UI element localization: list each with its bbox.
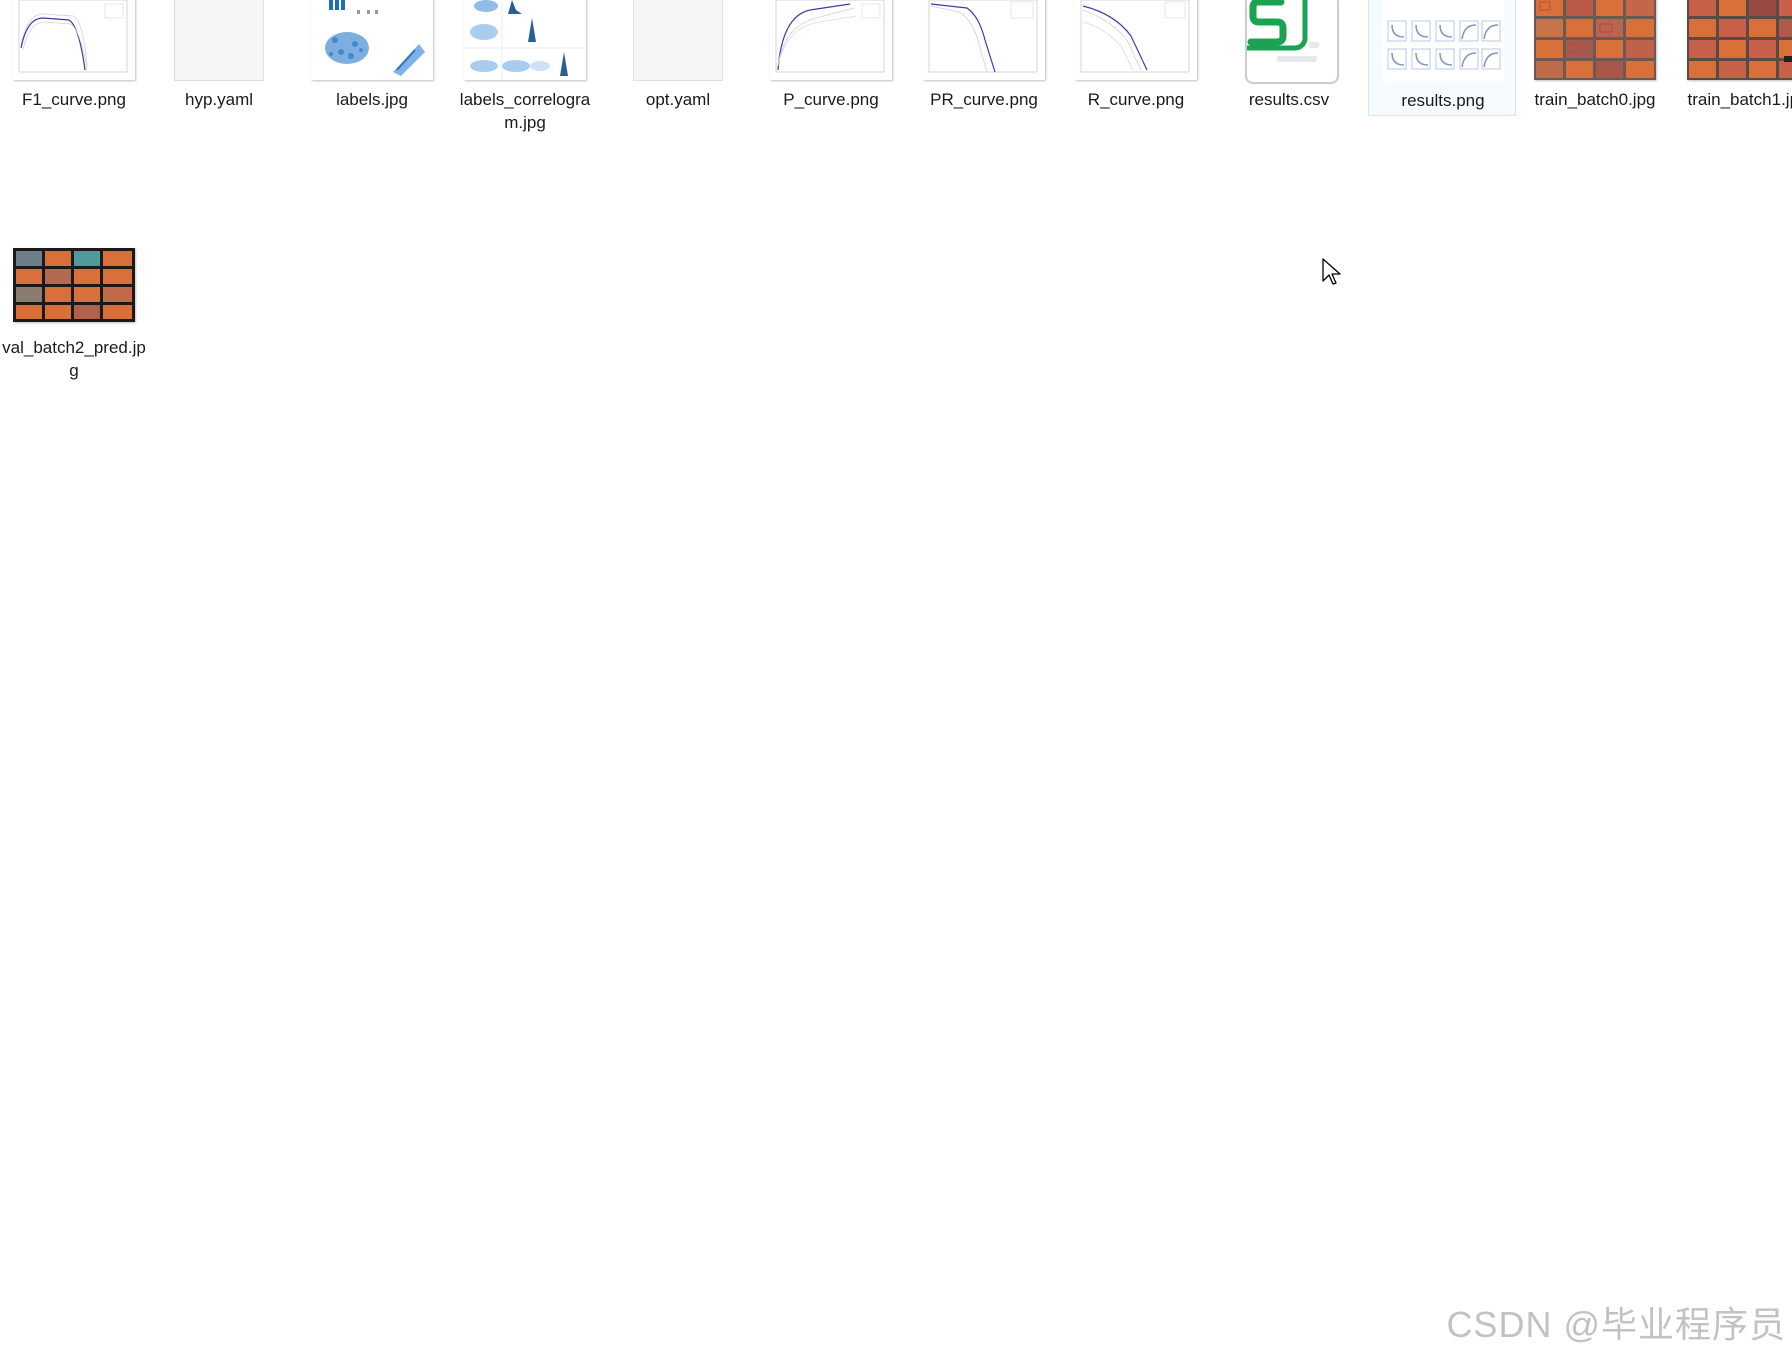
- file-name-label: F1_curve.png: [22, 90, 126, 109]
- file-name-label: opt.yaml: [645, 90, 711, 109]
- blank-document-icon: [175, 0, 263, 80]
- file-name-label: results.csv: [1248, 90, 1330, 109]
- mouse-pointer-icon: [1321, 257, 1343, 292]
- file-item-f1-curve[interactable]: F1_curve.png: [0, 0, 148, 116]
- file-item-train-batch1[interactable]: train_batch1.jpg: [1674, 0, 1792, 116]
- file-item-val-batch2-pred[interactable]: val_batch2_pred.jpg: [0, 244, 148, 380]
- photo-grid-dark-thumbnail-icon: [13, 248, 135, 322]
- photo-grid-thumbnail-icon: [1687, 0, 1792, 80]
- file-item-p-curve[interactable]: P_curve.png: [757, 0, 905, 116]
- file-name-label: PR_curve.png: [930, 90, 1038, 109]
- chart-thumbnail-icon: [13, 0, 135, 80]
- file-explorer-content-area: F1_curve.png hyp.yaml labels.jpg labels_…: [0, 0, 1792, 1356]
- file-name-label: P_curve.png: [783, 90, 879, 109]
- file-name-label: results.png: [1401, 91, 1485, 110]
- blank-document-icon: [634, 0, 722, 80]
- multi-chart-thumbnail-icon: [1382, 0, 1504, 81]
- file-name-label: R_curve.png: [1087, 90, 1185, 109]
- file-item-results-png[interactable]: results.png: [1368, 0, 1516, 116]
- scrollbar-fragment[interactable]: [1784, 56, 1792, 62]
- file-name-label: val_batch2_pred.jpg: [2, 338, 146, 380]
- file-item-hyp-yaml[interactable]: hyp.yaml: [145, 0, 293, 116]
- file-item-labels-correlogram[interactable]: labels_correlogram.jpg: [451, 0, 599, 132]
- file-item-pr-curve[interactable]: PR_curve.png: [910, 0, 1058, 116]
- file-item-results-csv[interactable]: results.csv: [1215, 0, 1363, 116]
- file-name-label: labels.jpg: [336, 90, 408, 109]
- correlogram-thumbnail-icon: [464, 0, 586, 80]
- file-name-label: labels_correlogram.jpg: [459, 90, 591, 132]
- file-item-r-curve[interactable]: R_curve.png: [1062, 0, 1210, 116]
- file-item-opt-yaml[interactable]: opt.yaml: [604, 0, 752, 116]
- spreadsheet-app-icon: [1247, 0, 1337, 82]
- file-name-label: hyp.yaml: [184, 90, 254, 109]
- chart-thumbnail-icon: [923, 0, 1045, 80]
- scatter-thumbnail-icon: [311, 0, 433, 80]
- file-item-labels-jpg[interactable]: labels.jpg: [298, 0, 446, 116]
- photo-grid-thumbnail-icon: [1534, 0, 1656, 80]
- chart-thumbnail-icon: [770, 0, 892, 80]
- chart-thumbnail-icon: [1075, 0, 1197, 80]
- watermark-text: CSDN @毕业程序员: [1446, 1304, 1786, 1345]
- file-name-label: train_batch1.jpg: [1687, 90, 1792, 109]
- file-item-train-batch0[interactable]: train_batch0.jpg: [1521, 0, 1669, 116]
- file-name-label: train_batch0.jpg: [1534, 90, 1656, 109]
